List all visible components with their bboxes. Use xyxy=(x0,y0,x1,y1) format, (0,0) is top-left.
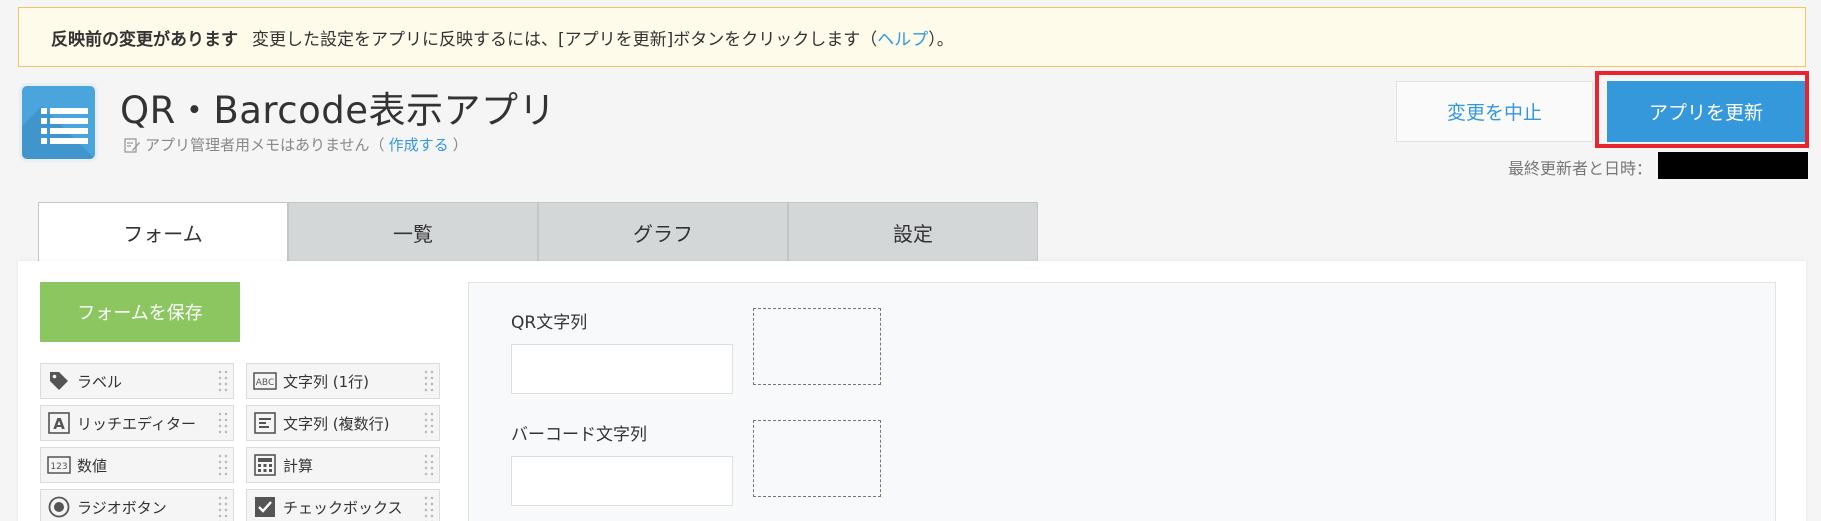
tag-icon xyxy=(47,369,71,393)
redacted-last-updated-value xyxy=(1658,152,1808,179)
update-app-button[interactable]: アプリを更新 xyxy=(1607,81,1805,142)
create-memo-link[interactable]: 作成する xyxy=(389,134,449,155)
drag-handle-icon[interactable] xyxy=(217,411,229,437)
radio-icon xyxy=(47,495,71,519)
multiline-icon xyxy=(253,411,277,435)
palette-item-text: 数値 xyxy=(77,456,108,475)
palette-item-radio-button[interactable]: ラジオボタン xyxy=(40,489,234,521)
drag-handle-icon[interactable] xyxy=(423,495,435,521)
tab-form[interactable]: フォーム xyxy=(38,202,288,262)
last-updated-label: 最終更新者と日時： xyxy=(1508,159,1653,178)
field-label-barcode-text: バーコード文字列 xyxy=(511,425,647,445)
palette-item-text: 文字列 (複数行) xyxy=(283,414,390,433)
palette-item-label[interactable]: ラベル xyxy=(40,363,234,399)
drag-handle-icon[interactable] xyxy=(423,369,435,395)
palette-item-rich-editor[interactable]: A リッチエディター xyxy=(40,405,234,441)
calculator-icon xyxy=(253,453,277,477)
field-label-qr-text: QR文字列 xyxy=(511,313,588,333)
form-layout-canvas: QR文字列 バーコード文字列 xyxy=(468,282,1776,521)
palette-item-text: リッチエディター xyxy=(77,414,196,433)
drag-handle-icon[interactable] xyxy=(217,369,229,395)
blank-space-field[interactable] xyxy=(753,420,881,497)
memo-edit-icon xyxy=(124,137,140,153)
unapplied-changes-notice: 反映前の変更があります 変更した設定をアプリに反映するには、[アプリを更新]ボタ… xyxy=(18,7,1806,67)
app-title: QR・Barcode表示アプリ xyxy=(120,89,557,132)
palette-item-number[interactable]: 123 数値 xyxy=(40,447,234,483)
qr-text-field[interactable] xyxy=(511,344,733,394)
number-icon: 123 xyxy=(47,453,71,477)
memo-text: アプリ管理者用メモはありません（ xyxy=(145,136,385,154)
app-memo: アプリ管理者用メモはありません（ 作成する） xyxy=(123,134,468,155)
palette-item-single-line-text[interactable]: ABC 文字列 (1行) xyxy=(246,363,440,399)
abc-icon: ABC xyxy=(253,369,277,393)
notice-message: 変更した設定をアプリに反映するには、[アプリを更新]ボタンをクリックします（ xyxy=(252,29,878,50)
help-link[interactable]: ヘルプ xyxy=(877,25,928,50)
save-form-button[interactable]: フォームを保存 xyxy=(40,282,240,342)
palette-item-text: 文字列 (1行) xyxy=(283,372,370,391)
blank-space-field[interactable] xyxy=(753,308,881,385)
svg-text:123: 123 xyxy=(50,462,67,472)
app-list-icon xyxy=(19,83,98,162)
form-editor-panel: フォームを保存 ラベル ABC 文字列 (1行) A リッチエディター 文字列 … xyxy=(18,261,1806,521)
memo-suffix: ） xyxy=(452,136,468,154)
barcode-text-field[interactable] xyxy=(511,456,733,506)
tab-list[interactable]: 一覧 xyxy=(288,202,538,262)
palette-item-text: チェックボックス xyxy=(283,498,403,517)
svg-text:ABC: ABC xyxy=(256,378,274,388)
rich-editor-icon: A xyxy=(47,411,71,435)
svg-text:A: A xyxy=(53,415,65,433)
palette-item-multi-line-text[interactable]: 文字列 (複数行) xyxy=(246,405,440,441)
drag-handle-icon[interactable] xyxy=(423,411,435,437)
cancel-changes-button[interactable]: 変更を中止 xyxy=(1396,81,1593,142)
tab-settings[interactable]: 設定 xyxy=(788,202,1038,262)
palette-item-text: 計算 xyxy=(283,456,314,475)
settings-tabs: フォーム 一覧 グラフ 設定 xyxy=(38,202,1038,262)
palette-item-text: ラベル xyxy=(77,372,123,391)
palette-item-checkbox[interactable]: チェックボックス xyxy=(246,489,440,521)
drag-handle-icon[interactable] xyxy=(423,453,435,479)
notice-suffix: ）。 xyxy=(928,29,954,50)
palette-item-text: ラジオボタン xyxy=(77,498,167,517)
palette-item-calculation[interactable]: 計算 xyxy=(246,447,440,483)
checkbox-icon xyxy=(253,495,277,519)
tab-graph[interactable]: グラフ xyxy=(538,202,788,262)
drag-handle-icon[interactable] xyxy=(217,495,229,521)
drag-handle-icon[interactable] xyxy=(217,453,229,479)
notice-title: 反映前の変更があります xyxy=(51,29,238,50)
